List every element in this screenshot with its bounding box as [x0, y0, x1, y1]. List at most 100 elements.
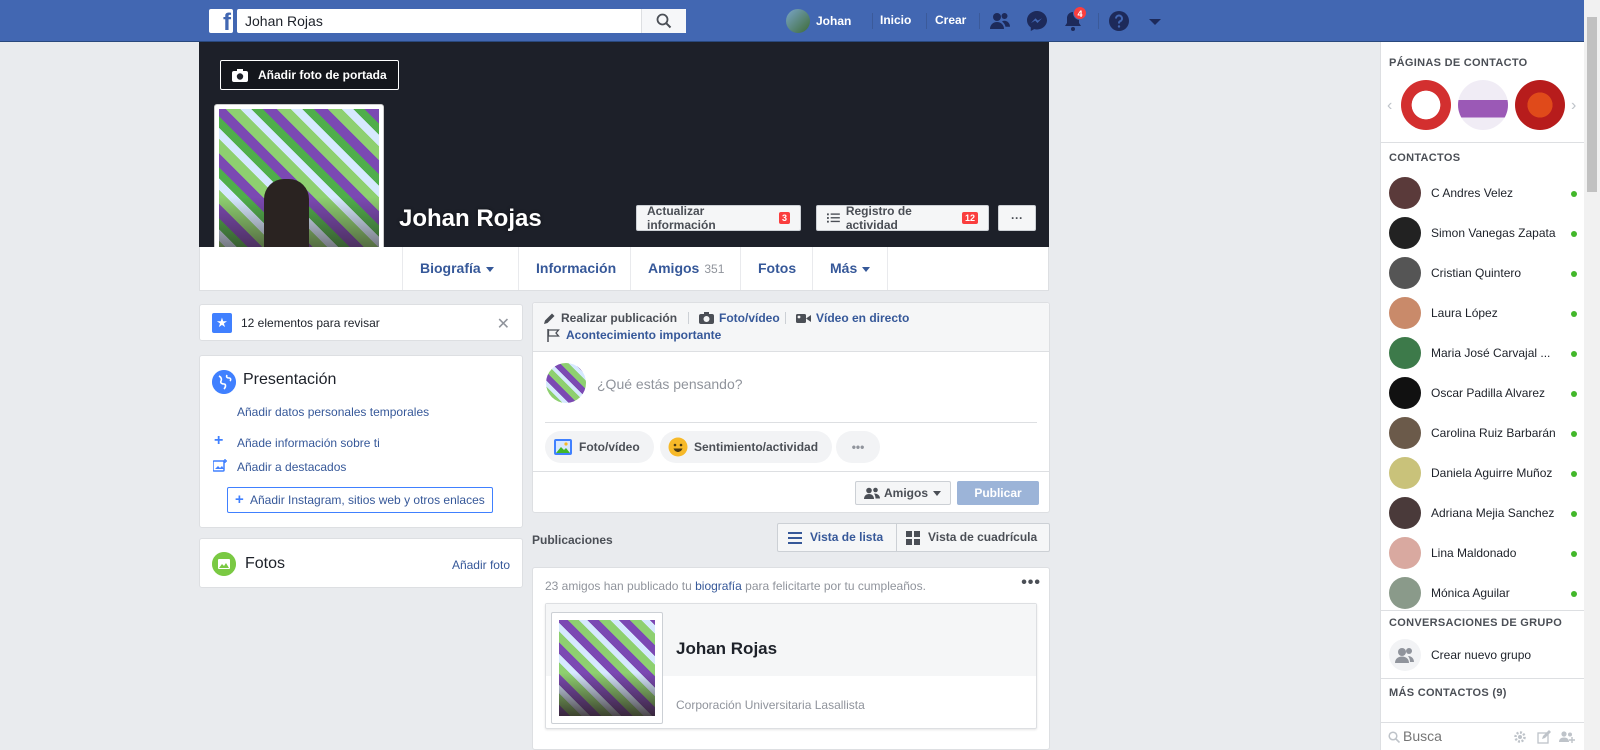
publish-button[interactable]: Publicar: [957, 481, 1039, 505]
contact-name: Laura López: [1431, 306, 1498, 320]
list-view-button[interactable]: Vista de lista: [788, 524, 883, 551]
add-links-button[interactable]: + Añadir Instagram, sitios web y otros e…: [227, 487, 493, 513]
nav-home-link[interactable]: Inicio: [880, 13, 911, 27]
contact-item[interactable]: Oscar Padilla Alvarez: [1389, 376, 1579, 410]
grid-view-button[interactable]: Vista de cuadrícula: [906, 524, 1037, 551]
nav-divider: [1098, 13, 1099, 29]
tab-photos[interactable]: Fotos: [740, 247, 813, 290]
tab-friends[interactable]: Amigos 351: [630, 247, 741, 290]
composer-tab-life-event[interactable]: Acontecimiento importante: [547, 328, 721, 342]
composer-tab-label: Vídeo en directo: [816, 311, 910, 325]
group-icon: [1389, 639, 1421, 671]
feeling-activity-button[interactable]: Sentimiento/actividad: [660, 431, 833, 463]
chevron-down-icon: [485, 266, 494, 272]
chat-search-input[interactable]: [1403, 728, 1503, 744]
add-featured-link[interactable]: Añadir a destacados: [237, 460, 346, 474]
chevron-left-icon[interactable]: ‹: [1387, 97, 1392, 115]
friends-icon[interactable]: [988, 9, 1012, 33]
photo-video-button[interactable]: Foto/vídeo: [545, 431, 654, 463]
contact-item[interactable]: Adriana Mejia Sanchez: [1389, 496, 1579, 530]
attachment-name[interactable]: Johan Rojas: [676, 639, 777, 659]
feeling-activity-label: Sentimiento/actividad: [694, 440, 819, 454]
composer-input-placeholder[interactable]: ¿Qué estás pensando?: [597, 376, 743, 392]
chevron-right-icon[interactable]: ›: [1571, 97, 1576, 115]
nav-profile-link[interactable]: Johan: [786, 9, 851, 33]
contact-item[interactable]: Daniela Aguirre Muñoz: [1389, 456, 1579, 490]
profile-photo-image: [219, 109, 379, 271]
online-status-icon: [1571, 191, 1577, 197]
new-group-icon[interactable]: [1559, 730, 1575, 744]
online-status-icon: [1571, 551, 1577, 557]
profile-name[interactable]: Johan Rojas: [399, 205, 542, 233]
composer-tab-photo[interactable]: Foto/vídeo: [699, 311, 780, 325]
add-cover-photo-button[interactable]: Añadir foto de portada: [220, 60, 399, 90]
contact-pages-heading: PÁGINAS DE CONTACTO: [1389, 57, 1528, 69]
contact-name: Oscar Padilla Alvarez: [1431, 386, 1546, 400]
menu-caret-icon[interactable]: [1143, 9, 1167, 33]
compose-icon[interactable]: [1537, 730, 1551, 744]
contact-page-thumb[interactable]: [1458, 80, 1508, 130]
chat-sidebar: PÁGINAS DE CONTACTO ‹ › CONTACTOS C Andr…: [1380, 42, 1585, 750]
search-button[interactable]: [641, 9, 686, 33]
avatar: [1389, 337, 1421, 369]
contact-item[interactable]: Cristian Quintero: [1389, 256, 1579, 290]
help-icon[interactable]: [1107, 9, 1131, 33]
contact-item[interactable]: Carolina Ruiz Barbarán: [1389, 416, 1579, 450]
tab-label: Más: [830, 260, 858, 276]
composer-tabs: Realizar publicación Foto/vídeo Vídeo en…: [533, 303, 1049, 352]
search-input[interactable]: [237, 9, 686, 33]
tab-about[interactable]: Información: [518, 247, 633, 290]
audience-selector[interactable]: Amigos: [855, 481, 951, 505]
update-info-label: Actualizar información: [647, 204, 716, 232]
composer-tab-live[interactable]: Vídeo en directo: [796, 311, 909, 325]
composer-tab-post[interactable]: Realizar publicación: [543, 311, 677, 325]
chevron-down-icon: [862, 266, 871, 272]
attachment-thumbnail[interactable]: [551, 612, 663, 724]
facebook-logo-icon[interactable]: f: [209, 9, 233, 35]
composer-divider: [688, 312, 689, 324]
post-composer: Realizar publicación Foto/vídeo Vídeo en…: [532, 302, 1050, 513]
post-profile-attachment[interactable]: Johan Rojas Corporación Universitaria La…: [545, 603, 1037, 729]
contact-item[interactable]: Laura López: [1389, 296, 1579, 330]
close-icon[interactable]: ✕: [497, 314, 510, 334]
online-status-icon: [1571, 311, 1577, 317]
list-view-label: Vista de lista: [810, 530, 884, 544]
nav-create-link[interactable]: Crear: [935, 13, 966, 27]
more-options-button[interactable]: ···: [998, 205, 1036, 231]
add-temp-info-link[interactable]: Añadir datos personales temporales: [237, 405, 429, 419]
messenger-icon[interactable]: [1025, 9, 1049, 33]
timeline-link[interactable]: biografía: [695, 579, 742, 593]
add-photo-link[interactable]: Añadir foto: [452, 558, 510, 572]
review-items-card[interactable]: ★ 12 elementos para revisar ✕: [199, 304, 523, 341]
review-items-text: 12 elementos para revisar: [241, 315, 380, 330]
contact-item[interactable]: Lina Maldonado: [1389, 536, 1579, 570]
contact-name: Adriana Mejia Sanchez: [1431, 506, 1555, 520]
more-options-button[interactable]: •••: [836, 431, 880, 463]
post-options-icon[interactable]: •••: [1021, 574, 1041, 592]
contact-name: Daniela Aguirre Muñoz: [1431, 466, 1553, 480]
tab-timeline[interactable]: Biografía: [402, 247, 511, 290]
birthday-post: 23 amigos han publicado tu biografía par…: [532, 567, 1050, 750]
page-scrollbar[interactable]: [1584, 0, 1600, 750]
contact-item[interactable]: Mónica Aguilar: [1389, 576, 1579, 610]
activity-log-button[interactable]: Registro de actividad 12: [816, 204, 989, 232]
contact-page-casa[interactable]: [1515, 80, 1565, 130]
update-info-button[interactable]: Actualizar información 3: [636, 204, 801, 232]
scrollbar-thumb[interactable]: [1587, 17, 1597, 192]
contact-item[interactable]: C Andres Velez: [1389, 176, 1579, 210]
contact-item[interactable]: Simon Vanegas Zapata: [1389, 216, 1579, 250]
tab-more[interactable]: Más: [812, 247, 889, 290]
create-group-button[interactable]: Crear nuevo grupo: [1389, 638, 1579, 672]
list-icon: [827, 213, 840, 223]
avatar: [1389, 377, 1421, 409]
gear-icon[interactable]: [1513, 730, 1527, 744]
contact-item[interactable]: Maria José Carvajal ...: [1389, 336, 1579, 370]
photos-card: Fotos Añadir foto: [199, 538, 523, 588]
contact-page-library[interactable]: [1401, 80, 1451, 130]
add-about-info-link[interactable]: Añade información sobre ti: [237, 436, 380, 450]
online-status-icon: [1571, 351, 1577, 357]
online-status-icon: [1571, 511, 1577, 517]
post-text-part: para felicitarte por tu cumpleaños.: [741, 579, 926, 593]
avatar: [1389, 217, 1421, 249]
pencil-icon: [544, 313, 555, 324]
